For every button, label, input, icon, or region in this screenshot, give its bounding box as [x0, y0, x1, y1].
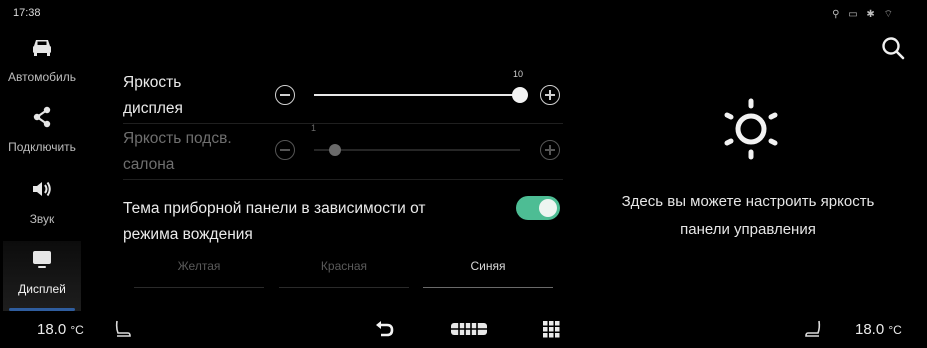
sidebar-item-label: Автомобиль [8, 70, 76, 84]
slider-thumb[interactable] [512, 87, 528, 103]
cabin-brightness-decrease-button[interactable] [275, 140, 295, 160]
sidebar-item-label: Звук [29, 212, 55, 226]
theme-toggle-label: Тема приборной панели в зависимости от р… [123, 200, 426, 243]
left-temperature[interactable]: 18.0 °C [37, 321, 84, 338]
sidebar-item-label: Подключить [8, 140, 76, 154]
divider [123, 123, 563, 124]
sidebar-item-label: Дисплей [18, 282, 66, 296]
home-icon[interactable] [449, 318, 489, 340]
theme-toggle-switch[interactable] [516, 196, 560, 220]
display-settings-screen: 17:38 ⚲ ▭ ✱ ⌔ Автомобиль Подключить Звук… [3, 3, 924, 345]
slider-thumb[interactable] [328, 144, 341, 156]
slider-fill [314, 94, 520, 96]
sidebar: Автомобиль Подключить Звук Дисплей [3, 29, 81, 312]
speaker-icon [33, 181, 51, 197]
sidebar-item-connect[interactable]: Подключить [3, 99, 81, 167]
display-brightness-value: 10 [513, 69, 524, 79]
tab-yellow[interactable]: Желтая [134, 259, 264, 273]
usb-icon: ⚲ [832, 9, 843, 20]
apps-grid-icon[interactable] [540, 318, 562, 340]
back-icon[interactable] [373, 318, 395, 340]
bluetooth-icon: ✱ [866, 9, 878, 20]
tab-red[interactable]: Красная [279, 259, 409, 273]
right-temperature[interactable]: 18.0 °C [855, 321, 902, 338]
share-icon [33, 106, 51, 128]
tab-underline-selected [423, 287, 553, 288]
battery-icon: ▭ [848, 9, 861, 20]
car-icon [33, 40, 51, 56]
sun-brightness-icon [724, 98, 778, 160]
status-time: 17:38 [13, 7, 41, 19]
sidebar-item-vehicle[interactable]: Автомобиль [3, 29, 81, 97]
display-brightness-decrease-button[interactable] [275, 85, 295, 105]
status-icons: ⚲ ▭ ✱ ⌔ [832, 8, 896, 21]
info-panel: Здесь вы можете настроить яркость панели… [588, 73, 908, 303]
tab-underline [134, 287, 264, 288]
seat-right-icon[interactable] [803, 318, 825, 340]
cabin-brightness-label: Яркость подсв. салона [123, 130, 232, 173]
display-brightness-increase-button[interactable] [540, 85, 560, 105]
info-text: Здесь вы можете настроить яркость панели… [621, 193, 875, 238]
toggle-knob [539, 199, 557, 217]
display-brightness-label: Яркость дисплея [123, 74, 183, 117]
display-brightness-slider[interactable] [314, 87, 528, 103]
sidebar-item-sound[interactable]: Звук [3, 171, 81, 239]
divider [123, 179, 563, 180]
seat-left-icon[interactable] [111, 318, 133, 340]
cabin-brightness-value: 1 [311, 123, 317, 133]
tab-blue[interactable]: Синяя [423, 259, 553, 273]
cabin-brightness-increase-button[interactable] [540, 140, 560, 160]
bottom-bar: 18.0 °C 18.0 °C [3, 312, 924, 345]
tab-underline [279, 287, 409, 288]
search-icon[interactable] [880, 35, 906, 61]
sidebar-item-display[interactable]: Дисплей [3, 241, 81, 311]
display-icon [33, 251, 51, 268]
cabin-brightness-slider[interactable] [314, 144, 520, 156]
wifi-icon: ⌔ [883, 9, 896, 20]
